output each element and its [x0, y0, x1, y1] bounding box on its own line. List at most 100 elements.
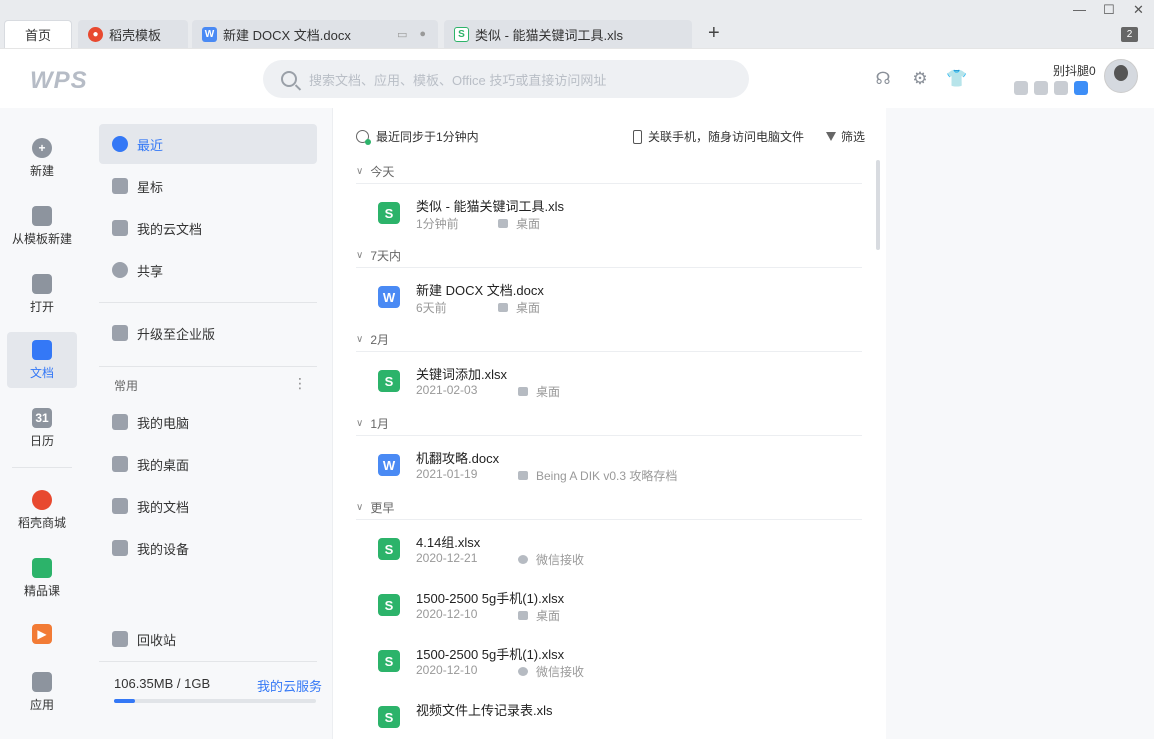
avatar[interactable] [1104, 59, 1138, 93]
divider [99, 302, 317, 303]
sidebar-item-upgrade[interactable]: 升级至企业版 [99, 313, 317, 353]
scrollbar[interactable] [876, 160, 880, 250]
filter-button[interactable]: 筛选 [826, 128, 865, 145]
calendar-icon: 31 [32, 407, 52, 428]
sync-status: 最近同步于1分钟内 [356, 128, 479, 145]
sidebar-item-starred[interactable]: 星标 [99, 166, 317, 206]
nav-label: 精品课 [23, 583, 60, 598]
file-row[interactable]: S 类似 - 能猫关键词工具.xls 1分钟前 桌面 [378, 190, 858, 242]
tab-xls-file[interactable]: S 类似 - 能猫关键词工具.xls [444, 20, 692, 48]
nav-courses[interactable]: 精品课 [7, 550, 77, 606]
window-count-badge[interactable]: 2 [1121, 27, 1138, 42]
group-header-7days[interactable]: ∨ 7天内 [356, 244, 862, 268]
nav-open[interactable]: 打开 [7, 266, 77, 322]
chevron-down-icon: ∨ [356, 166, 364, 177]
tab-home[interactable]: 首页 [4, 20, 72, 48]
sync-icon [356, 130, 371, 145]
desktop-icon [518, 387, 528, 396]
sheet-file-icon: S [378, 202, 400, 224]
nav-label: 新建 [29, 163, 54, 178]
sidebar-item-label: 我的文档 [137, 499, 190, 515]
nav-documents[interactable]: 文档 [7, 332, 77, 388]
nav-new[interactable]: + 新建 [7, 130, 77, 186]
recent-files-panel: 最近同步于1分钟内 关联手机，随身访问电脑文件 筛选 ∨ 今天 S 类似 - 能猫… [334, 108, 886, 739]
nav-docer-mall[interactable]: 稻壳商城 [7, 482, 77, 538]
file-row[interactable]: S 视频文件上传记录表.xls [378, 694, 858, 739]
unsaved-dot-icon: ● [419, 27, 426, 40]
desktop-icon [518, 611, 528, 620]
users-icon [112, 262, 128, 278]
gear-icon[interactable]: ⚙ [910, 69, 930, 89]
right-panel [886, 108, 1154, 739]
file-location: 桌面 [518, 383, 560, 400]
sheet-file-icon: S [378, 706, 400, 728]
video-play-icon: ▶ [32, 624, 52, 644]
new-tab-button[interactable]: + [708, 22, 720, 45]
tab-docer-templates[interactable]: ● 稻壳模板 [78, 20, 188, 48]
file-row[interactable]: W 新建 DOCX 文档.docx 6天前 桌面 [378, 274, 858, 326]
group-header-january[interactable]: ∨ 1月 [356, 412, 862, 436]
divider [12, 467, 72, 468]
nav-video[interactable]: ▶ [7, 608, 77, 664]
file-row[interactable]: S 4.14组.xlsx 2020-12-21 微信接收 [378, 526, 858, 578]
chevron-down-icon: ∨ [356, 502, 364, 513]
tab-label: 新建 DOCX 文档.docx [223, 27, 351, 43]
chevron-down-icon: ∨ [356, 334, 364, 345]
clock-icon [112, 136, 128, 152]
skin-shirt-icon[interactable]: 👕 [946, 69, 967, 89]
storage-progress-bar [114, 699, 316, 703]
file-row[interactable]: S 1500-2500 5g手机(1).xlsx 2020-12-10 桌面 [378, 582, 858, 634]
sidebar-item-my-computer[interactable]: 我的电脑 [99, 402, 317, 442]
sidebar-item-recent[interactable]: 最近 [99, 124, 317, 164]
docer-flame-icon [32, 489, 52, 510]
group-header-today[interactable]: ∨ 今天 [356, 160, 862, 184]
minimize-icon[interactable]: — [1073, 2, 1086, 17]
sidebar-item-label: 我的电脑 [137, 415, 190, 431]
file-row[interactable]: S 关键词添加.xlsx 2021-02-03 桌面 [378, 358, 858, 410]
headset-icon[interactable]: ☊ [873, 69, 893, 89]
file-row[interactable]: S 1500-2500 5g手机(1).xlsx 2020-12-10 微信接收 [378, 638, 858, 690]
file-location: 微信接收 [518, 663, 584, 680]
sidebar-item-my-documents[interactable]: 我的文档 [99, 486, 317, 526]
username[interactable]: 别抖腿0 [1053, 62, 1096, 79]
file-row[interactable]: W 机翻攻略.docx 2021-01-19 Being A DIK v0.3 … [378, 442, 858, 494]
group-header-february[interactable]: ∨ 2月 [356, 328, 862, 352]
file-location-text: 桌面 [516, 301, 541, 315]
sheet-file-icon: S [378, 594, 400, 616]
badge-icon [1054, 81, 1068, 95]
file-location-text: 微信接收 [536, 665, 585, 679]
close-icon[interactable]: ✕ [1133, 2, 1144, 18]
file-date: 2021-02-03 [416, 383, 478, 397]
sidebar-item-cloud-docs[interactable]: 我的云文档 [99, 208, 317, 248]
sidebar-item-my-desktop[interactable]: 我的桌面 [99, 444, 317, 484]
monitor-icon[interactable]: ▭ [397, 28, 407, 41]
storage-usage: 106.35MB / 1GB [114, 676, 211, 691]
search-input[interactable]: 搜索文档、应用、模板、Office 技巧或直接访问网址 [263, 60, 749, 98]
link-phone-button[interactable]: 关联手机，随身访问电脑文件 [633, 128, 804, 145]
filter-label: 筛选 [841, 130, 866, 144]
sidebar: 最近 星标 我的云文档 共享 升级至企业版 常用 ⋮ 我的电脑 我的桌面 我的文… [83, 108, 333, 739]
document-icon [32, 339, 52, 360]
apps-grid-icon [32, 671, 52, 692]
folder-icon [32, 273, 52, 294]
more-icon[interactable]: ⋮ [293, 375, 307, 392]
nav-apps[interactable]: 应用 [7, 664, 77, 720]
chevron-down-icon: ∨ [356, 418, 364, 429]
nav-calendar[interactable]: 31 日历 [7, 400, 77, 456]
devices-icon [112, 540, 128, 556]
divider [99, 366, 317, 367]
sidebar-item-shared[interactable]: 共享 [99, 250, 317, 290]
sidebar-item-trash[interactable]: 回收站 [99, 619, 317, 659]
tab-docx-file[interactable]: W 新建 DOCX 文档.docx ▭ ● [192, 20, 438, 48]
left-nav: + 新建 从模板新建 打开 文档 31 日历 稻壳商城 精品课 ▶ 应用 [0, 108, 83, 739]
file-location-text: 桌面 [536, 385, 561, 399]
group-header-earlier[interactable]: ∨ 更早 [356, 496, 862, 520]
graduation-cap-icon [32, 557, 52, 578]
maximize-icon[interactable]: ☐ [1103, 2, 1115, 18]
tab-bar: 首页 ● 稻壳模板 W 新建 DOCX 文档.docx ▭ ● S 类似 - 能猫… [0, 0, 1154, 48]
sidebar-item-my-devices[interactable]: 我的设备 [99, 528, 317, 568]
cloud-service-link[interactable]: 我的云服务 [257, 676, 322, 695]
nav-new-from-template[interactable]: 从模板新建 [7, 198, 77, 254]
tab-label: 稻壳模板 [109, 27, 162, 43]
file-date: 2020-12-21 [416, 551, 478, 565]
